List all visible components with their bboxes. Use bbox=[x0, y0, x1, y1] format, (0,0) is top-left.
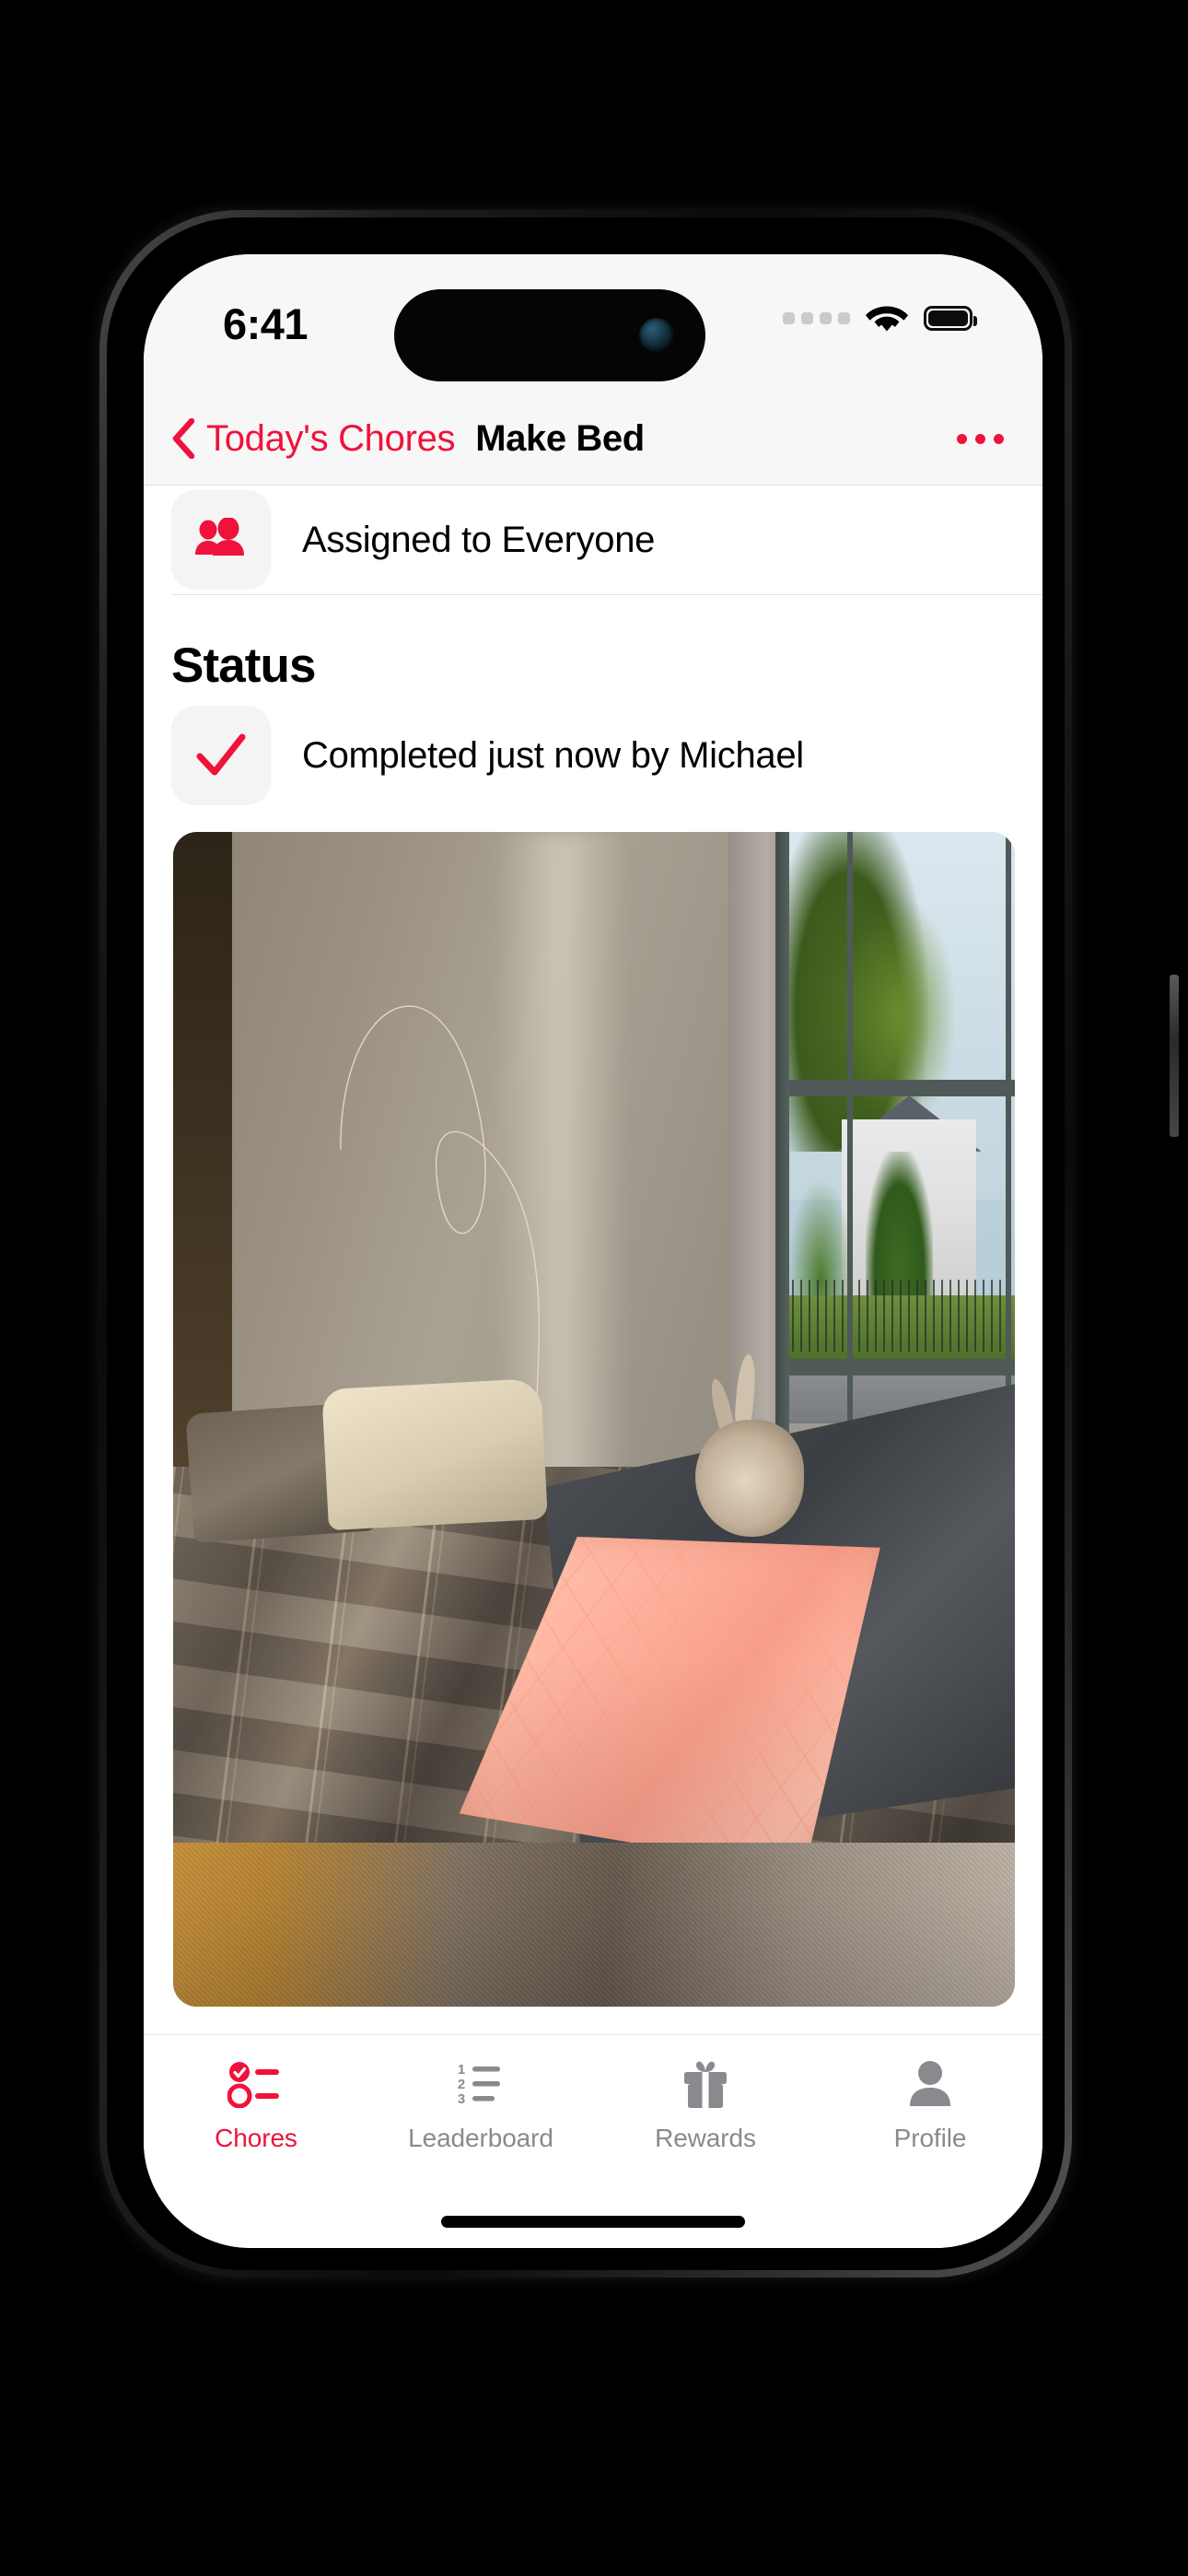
status-bar-indicators bbox=[783, 302, 977, 334]
battery-full-icon bbox=[924, 305, 977, 331]
page-title: Make Bed bbox=[475, 417, 645, 459]
people-two-icon bbox=[171, 490, 271, 590]
ranked-list-icon: 1 2 3 bbox=[452, 2055, 509, 2113]
wifi-icon bbox=[866, 302, 908, 334]
detail-scroll-content[interactable]: Assigned to Everyone Status Completed ju… bbox=[144, 486, 1042, 2174]
phone-screen: 6:41 Today's Chores Make Bed Assigned to… bbox=[144, 254, 1042, 2248]
person-icon bbox=[904, 2055, 956, 2113]
chevron-left-icon bbox=[171, 418, 195, 459]
back-button-label: Today's Chores bbox=[206, 417, 456, 459]
more-options-button[interactable] bbox=[957, 433, 1004, 444]
tab-rewards-label: Rewards bbox=[655, 2124, 756, 2152]
ellipsis-icon-dot bbox=[975, 433, 985, 444]
status-bar: 6:41 bbox=[144, 254, 1042, 392]
status-section-heading: Status bbox=[171, 638, 316, 693]
svg-text:1: 1 bbox=[458, 2062, 465, 2078]
phone-device-frame: 6:41 Today's Chores Make Bed Assigned to… bbox=[99, 210, 1179, 2277]
ellipsis-icon-dot bbox=[957, 433, 967, 444]
front-camera-icon bbox=[639, 318, 674, 353]
cellular-dots-icon bbox=[783, 311, 850, 324]
home-indicator[interactable] bbox=[441, 2216, 745, 2228]
svg-text:2: 2 bbox=[458, 2077, 465, 2092]
ellipsis-icon-dot bbox=[994, 433, 1004, 444]
svg-text:3: 3 bbox=[458, 2091, 465, 2107]
tab-rewards[interactable]: Rewards bbox=[593, 2055, 818, 2153]
gift-icon bbox=[679, 2055, 732, 2113]
tab-profile-label: Profile bbox=[893, 2124, 967, 2152]
status-row[interactable]: Completed just now by Michael bbox=[144, 701, 1042, 810]
status-row-label: Completed just now by Michael bbox=[302, 734, 804, 776]
back-button[interactable]: Today's Chores bbox=[171, 417, 456, 460]
power-button[interactable] bbox=[1170, 975, 1179, 1137]
tab-chores-label: Chores bbox=[215, 2124, 297, 2152]
assignment-row-label: Assigned to Everyone bbox=[302, 519, 656, 560]
checklist-icon bbox=[227, 2055, 285, 2113]
completion-photo[interactable] bbox=[173, 832, 1015, 2007]
tab-bar: Chores 1 2 3 Leaderboard Rewards Profile bbox=[144, 2034, 1042, 2248]
checkmark-icon bbox=[171, 706, 271, 805]
tab-profile[interactable]: Profile bbox=[818, 2055, 1042, 2153]
battery-fill-level bbox=[928, 310, 968, 326]
dynamic-island[interactable] bbox=[394, 289, 705, 381]
status-bar-time: 6:41 bbox=[223, 299, 309, 348]
tab-leaderboard-label: Leaderboard bbox=[408, 2124, 553, 2152]
assignment-row[interactable]: Assigned to Everyone bbox=[144, 486, 1042, 594]
device-bezel: 6:41 Today's Chores Make Bed Assigned to… bbox=[107, 217, 1065, 2270]
completion-photo-image bbox=[173, 832, 1015, 2007]
tab-leaderboard[interactable]: 1 2 3 Leaderboard bbox=[368, 2055, 593, 2153]
navigation-bar: Today's Chores Make Bed bbox=[144, 392, 1042, 485]
tab-chores[interactable]: Chores bbox=[144, 2055, 368, 2153]
